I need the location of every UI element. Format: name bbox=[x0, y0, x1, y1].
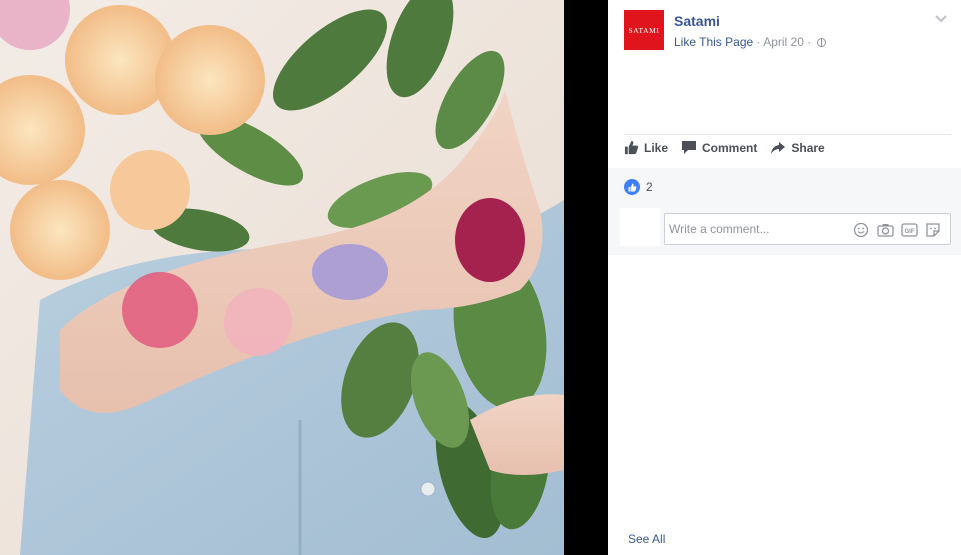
comment-button[interactable]: Comment bbox=[681, 140, 757, 155]
chevron-down-icon[interactable] bbox=[935, 14, 947, 24]
avatar bbox=[620, 208, 660, 246]
post-date[interactable]: April 20 bbox=[763, 35, 804, 49]
reaction-summary[interactable]: 2 bbox=[624, 179, 653, 195]
post-header: SATAMI Satami Like This Page · April 20 … bbox=[624, 10, 951, 54]
gif-icon[interactable]: GIF bbox=[900, 222, 918, 238]
photo-viewer bbox=[0, 0, 608, 555]
sticker-icon[interactable] bbox=[924, 222, 942, 238]
post-side-panel: SATAMI Satami Like This Page · April 20 … bbox=[608, 0, 961, 555]
svg-text:GIF: GIF bbox=[904, 229, 914, 235]
like-button[interactable]: Like bbox=[624, 140, 668, 155]
smiley-icon[interactable] bbox=[852, 222, 870, 238]
page-logo[interactable]: SATAMI bbox=[624, 10, 664, 50]
share-label: Share bbox=[791, 140, 825, 155]
post-photo[interactable] bbox=[0, 0, 564, 555]
comments-area: 2 GIF bbox=[608, 168, 961, 255]
comment-box[interactable]: GIF bbox=[664, 213, 951, 245]
comment-tools: GIF bbox=[852, 222, 942, 238]
reaction-count: 2 bbox=[646, 180, 653, 194]
globe-icon bbox=[816, 38, 826, 47]
like-reaction-icon bbox=[624, 179, 640, 195]
like-label: Like bbox=[644, 140, 669, 155]
logo-text: SATAMI bbox=[628, 25, 660, 35]
floral-tattoo-photo bbox=[0, 0, 564, 555]
comment-input[interactable] bbox=[669, 222, 849, 236]
post-actions: Like Comment Share bbox=[624, 140, 838, 155]
share-button[interactable]: Share bbox=[770, 140, 825, 155]
post-meta: Like This Page · April 20 · bbox=[674, 35, 826, 49]
divider bbox=[624, 134, 951, 135]
meta-separator-2: · bbox=[807, 35, 812, 49]
page-name[interactable]: Satami bbox=[674, 13, 720, 29]
comment-icon bbox=[682, 141, 697, 154]
thumbs-up-icon bbox=[624, 140, 639, 155]
camera-icon[interactable] bbox=[876, 222, 894, 238]
share-icon bbox=[771, 141, 786, 154]
comment-label: Comment bbox=[702, 140, 758, 155]
meta-separator: · bbox=[756, 35, 761, 49]
see-all-link[interactable]: See All bbox=[628, 532, 665, 546]
like-page-link[interactable]: Like This Page bbox=[674, 35, 753, 49]
